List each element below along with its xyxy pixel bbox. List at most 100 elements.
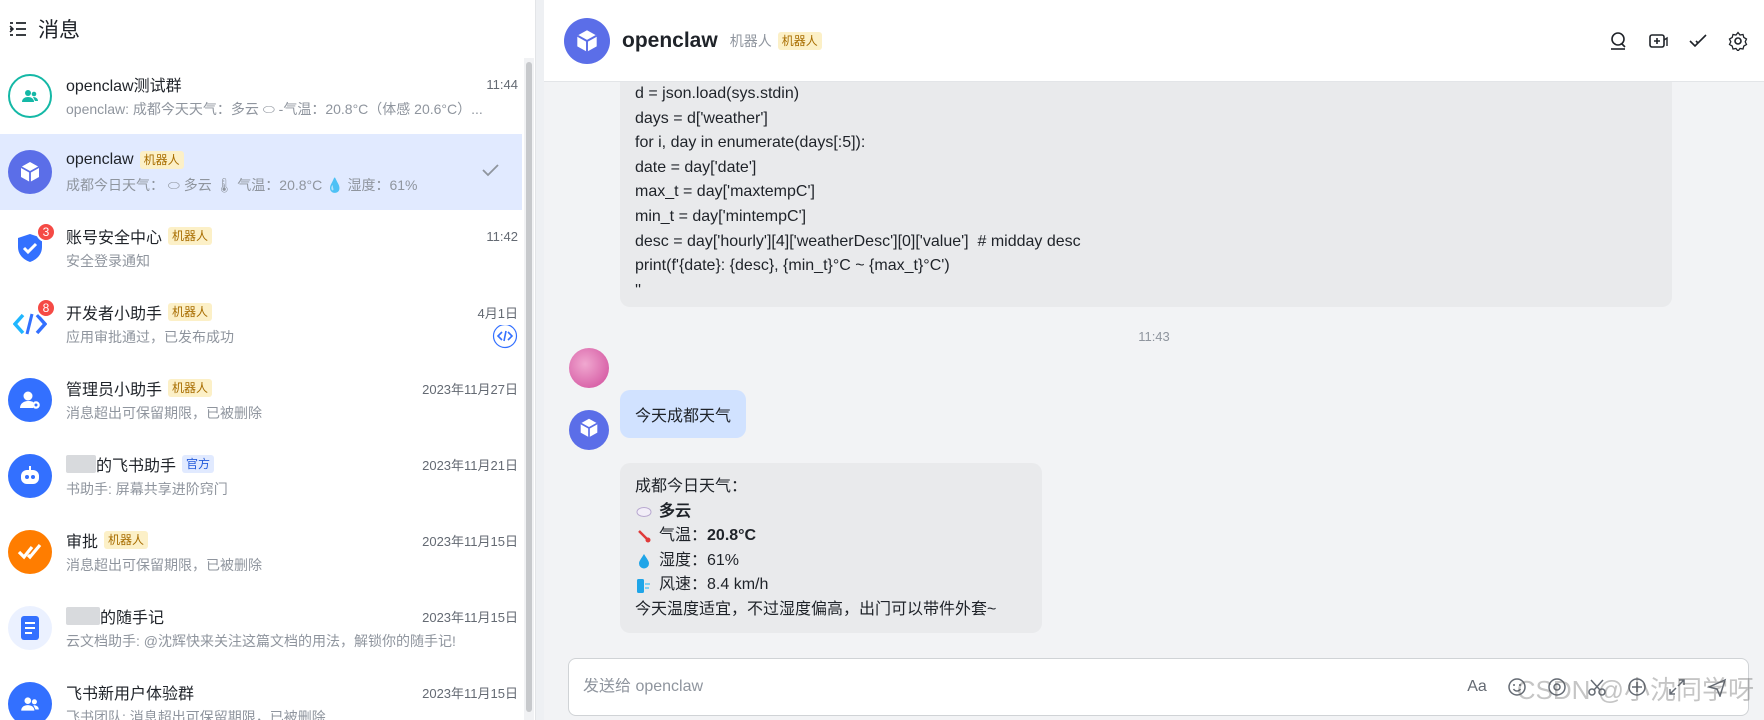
done-check-icon[interactable] <box>480 160 500 185</box>
wind-text: 风速：8.4 km/h <box>659 576 769 594</box>
conversation-header: openclaw 机器人 机器人 <box>544 0 1764 82</box>
avatar <box>8 378 52 422</box>
chat-preview: 飞书团队: 消息超出可保留期限，已被删除 <box>66 709 326 720</box>
group-icon <box>19 693 41 715</box>
conversation-title[interactable]: openclaw <box>622 29 718 53</box>
add-member-icon[interactable] <box>1648 31 1668 51</box>
chat-time: 11:42 <box>486 228 518 244</box>
code-line: max_t = day['maxtempC'] <box>635 183 815 201</box>
chat-preview: 应用审批通过，已发布成功 <box>66 329 234 345</box>
conversation-panel: openclaw 机器人 机器人 d = json.load(sys.stdin… <box>544 0 1764 720</box>
chat-item-feishu-assistant[interactable]: 的飞书助手 官方 2023年11月21日 书助手: 屏幕共享进阶窍门 <box>0 438 522 514</box>
chat-item-openclaw-test-group[interactable]: openclaw测试群 11:44 openclaw: 成都今天天气：多云 ⬭ … <box>0 58 522 134</box>
avatar <box>8 454 52 498</box>
code-line: d = json.load(sys.stdin) <box>635 85 800 102</box>
bot-avatar[interactable] <box>564 17 610 64</box>
scrollbar-thumb[interactable] <box>526 62 532 712</box>
chat-name: 审批 <box>66 534 99 551</box>
wind-icon <box>635 577 653 595</box>
chat-time: 2023年11月15日 <box>422 685 518 701</box>
robot-icon <box>17 463 43 489</box>
chat-time: 2023年11月27日 <box>422 381 518 397</box>
droplet-icon <box>635 552 653 570</box>
avatar: 3 <box>8 222 56 270</box>
avatar <box>8 682 52 720</box>
chat-item-new-user-group[interactable]: 飞书新用户体验群 2023年11月15日 飞书团队: 消息超出可保留期限，已被删… <box>0 666 522 720</box>
bot-tag: 机器人 <box>139 151 184 169</box>
chat-item-notes[interactable]: 的随手记 2023年11月15日 云文档助手: @沈辉快来关注这篇文档的用法，解… <box>0 590 522 666</box>
chat-name: 的飞书助手 <box>96 458 177 475</box>
message-input[interactable] <box>583 678 1283 696</box>
thermometer-icon <box>635 527 653 545</box>
avatar <box>8 74 52 118</box>
chat-preview: openclaw: 成都今天天气：多云 ⬭ -气温：20.8°C（体感 20.6… <box>66 101 483 117</box>
chat-name: 账号安全中心 <box>66 230 163 247</box>
weather-condition: 多云 <box>659 502 692 520</box>
menu-toggle-icon[interactable] <box>8 19 28 39</box>
app-window: 消息 openclaw测试群 11:44 openclaw: 成都今天天气：多云… <box>0 0 1764 720</box>
chat-preview: 成都今日天气： ⬭ 多云 🌡 气温：20.8°C 💧 湿度：61% <box>66 177 418 193</box>
chat-item-approval[interactable]: 审批 机器人 2023年11月15日 消息超出可保留期限，已被删除 <box>0 514 522 590</box>
unread-badge: 3 <box>36 222 56 242</box>
chat-name: openclaw <box>66 151 134 168</box>
bot-tag: 机器人 <box>777 31 822 50</box>
user-message-bubble: 今天成都天气 <box>620 390 747 438</box>
chat-list-scrollbar[interactable] <box>524 58 534 720</box>
bot-tag: 机器人 <box>168 303 213 321</box>
weather-heading: 成都今日天气： <box>635 478 748 495</box>
chat-item-account-security[interactable]: 3 账号安全中心 机器人 11:42 安全登录通知 <box>0 210 522 286</box>
temperature-value: 20.8°C <box>707 527 757 545</box>
cube-icon <box>573 27 601 55</box>
admin-icon <box>17 387 43 413</box>
redacted-block <box>66 607 100 625</box>
chat-name: 开发者小助手 <box>66 306 163 323</box>
chat-list-panel: 消息 openclaw测试群 11:44 openclaw: 成都今天天气：多云… <box>0 0 536 720</box>
official-tag: 官方 <box>182 455 215 473</box>
user-avatar[interactable] <box>569 348 609 388</box>
chat-list-title: 消息 <box>38 19 80 42</box>
unread-badge: 8 <box>36 298 56 318</box>
code-message-bubble: d = json.load(sys.stdin) days = d['weath… <box>620 82 1672 307</box>
chat-time: 2023年11月15日 <box>422 533 518 549</box>
code-line: min_t = day['mintempC'] <box>635 207 807 225</box>
message-list: d = json.load(sys.stdin) days = d['weath… <box>544 82 1764 652</box>
chat-item-openclaw[interactable]: openclaw 机器人 成都今日天气： ⬭ 多云 🌡 气温：20.8°C 💧 … <box>0 134 522 210</box>
settings-gear-icon[interactable] <box>1728 30 1748 51</box>
chat-time: 11:44 <box>486 76 518 92</box>
user-message-text: 今天成都天气 <box>635 408 732 425</box>
chat-name: 飞书新用户体验群 <box>66 686 195 703</box>
code-line: date = day['date'] <box>635 158 757 176</box>
search-chat-icon[interactable] <box>1608 31 1628 51</box>
chat-name: 的随手记 <box>100 610 165 627</box>
code-line: days = d['weather'] <box>635 109 768 127</box>
conversation-subtitle: 机器人 <box>729 32 772 49</box>
chat-list-header: 消息 <box>0 0 535 58</box>
chat-time: 2023年11月21日 <box>422 457 518 473</box>
bot-message-avatar[interactable] <box>569 410 609 450</box>
code-line: print(f'{date}: {desc}, {min_t}°C ~ {max… <box>635 257 950 275</box>
chat-item-admin-assistant[interactable]: 管理员小助手 机器人 2023年11月27日 消息超出可保留期限，已被删除 <box>0 362 522 438</box>
redacted-block <box>66 455 96 473</box>
font-format-button[interactable]: Aa <box>1466 676 1488 698</box>
chat-item-developer-assistant[interactable]: 8 开发者小助手 机器人 4月1日 应用审批通过，已发布成功 <box>0 286 522 362</box>
chat-list: openclaw测试群 11:44 openclaw: 成都今天天气：多云 ⬭ … <box>0 58 522 720</box>
humidity-text: 湿度：61% <box>659 551 740 569</box>
message-timestamp: 11:43 <box>1138 329 1170 344</box>
app-link-icon[interactable] <box>492 325 518 349</box>
group-icon <box>20 86 40 106</box>
chat-time: 2023年11月15日 <box>422 609 518 625</box>
chat-preview: 云文档助手: @沈辉快来关注这篇文档的用法，解锁你的随手记! <box>66 633 456 649</box>
bot-tag: 机器人 <box>168 227 213 245</box>
bot-tag: 机器人 <box>168 379 213 397</box>
mark-done-icon[interactable] <box>1688 31 1708 51</box>
cube-icon <box>577 416 601 445</box>
cloud-icon <box>635 503 653 521</box>
chat-name: openclaw测试群 <box>66 78 182 95</box>
chat-preview: 消息超出可保留期限，已被删除 <box>66 405 262 421</box>
avatar <box>8 150 52 194</box>
bot-reply-bubble: 成都今日天气： 多云 气温： 20.8°C 湿度：61% 风速：8.4 km/h <box>620 463 1042 633</box>
doc-icon <box>19 615 41 641</box>
approval-icon <box>16 541 44 563</box>
weather-summary: 今天温度适宜，不过湿度偏高，出门可以带件外套~ <box>635 600 997 618</box>
chat-name: 管理员小助手 <box>66 382 163 399</box>
